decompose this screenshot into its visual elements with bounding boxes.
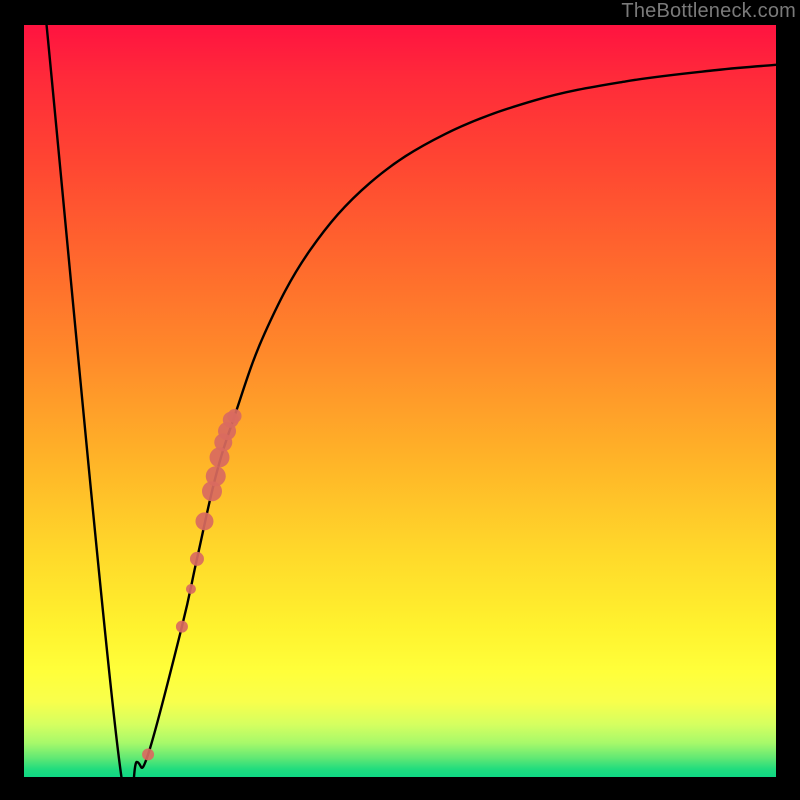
watermark-text: TheBottleneck.com	[621, 0, 796, 23]
highlight-dots-group	[142, 409, 241, 760]
highlight-dot	[190, 552, 204, 566]
chart-frame: TheBottleneck.com	[0, 0, 800, 800]
chart-svg	[24, 25, 776, 777]
highlight-dot	[186, 584, 196, 594]
bottleneck-curve	[47, 25, 776, 800]
highlight-dot	[228, 409, 242, 423]
highlight-dot	[176, 621, 188, 633]
highlight-dot	[142, 748, 154, 760]
curve-group	[47, 25, 776, 800]
highlight-dot	[206, 466, 226, 486]
highlight-dot	[195, 512, 213, 530]
plot-area-outer	[24, 24, 776, 776]
